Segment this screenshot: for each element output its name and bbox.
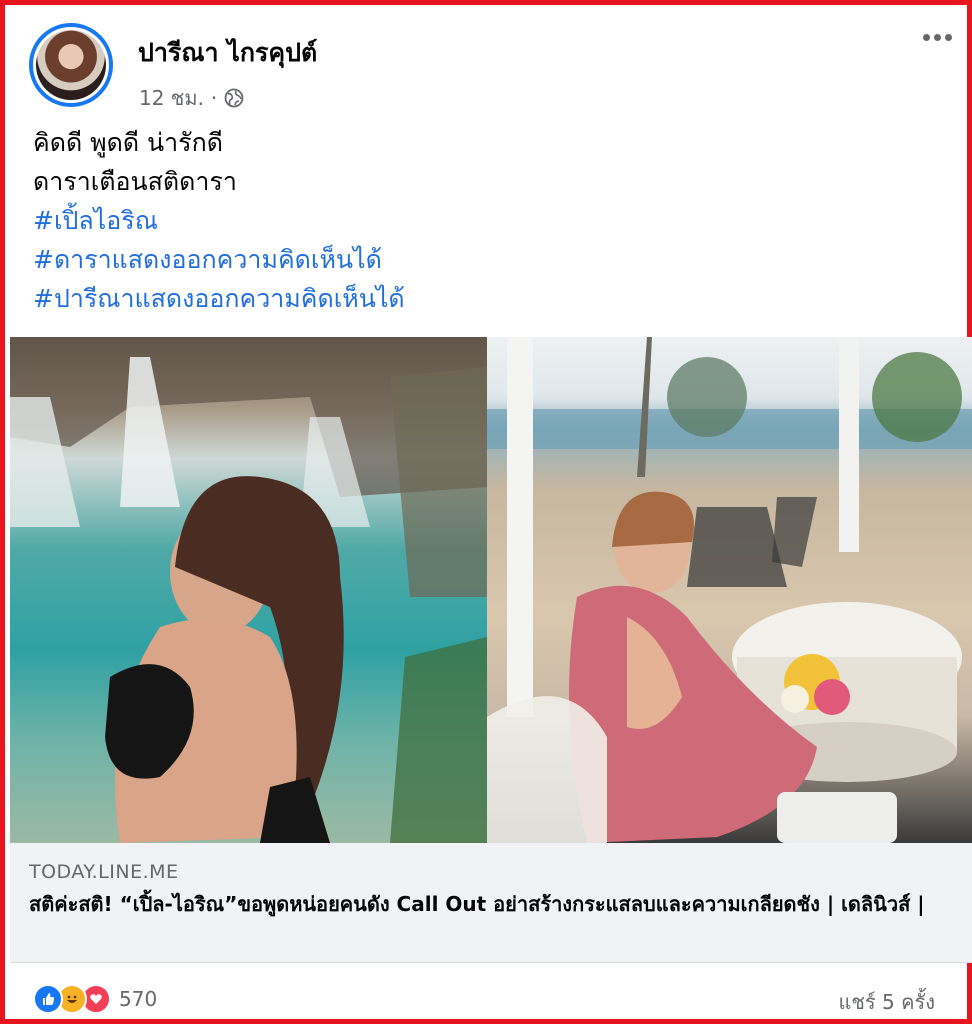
post-text: คิดดี พูดดี น่ารักดี ดาราเตือนสติดารา #เ… [33,123,405,318]
share-count[interactable]: แชร์ 5 ครั้ง [838,986,935,1018]
post-text-line: ดาราเตือนสติดารา [33,167,237,196]
post-time[interactable]: 12 ชม. [139,82,204,114]
more-options-icon[interactable] [923,34,952,41]
hashtag-link[interactable]: #ปารีณาแสดงออกความคิดเห็นได้ [33,279,405,318]
post-text-line: คิดดี พูดดี น่ารักดี [33,128,223,157]
post-photo-beach[interactable] [487,337,972,843]
post-meta: 12 ชม. · [139,82,244,114]
post-photo-waterfall[interactable] [10,337,487,843]
meta-separator: · [210,86,218,110]
reactions-summary[interactable]: 570 [33,984,157,1014]
reaction-count[interactable]: 570 [119,987,157,1011]
post-card: ปารีณา ไกรคุปต์ 12 ชม. · คิดดี พูดดี น่า… [0,0,972,1024]
link-domain: TODAY.LINE.ME [29,861,179,883]
like-icon [33,984,63,1014]
hashtag-link[interactable]: #เปิ้ลไอริณ [33,201,405,240]
link-preview[interactable]: TODAY.LINE.ME สติค่ะสติ! “เปิ้ล-ไอริณ”ขอ… [10,843,972,963]
globe-icon[interactable] [224,88,244,108]
hashtag-link[interactable]: #ดาราแสดงออกความคิดเห็นได้ [33,240,405,279]
avatar-image [36,30,106,100]
author-name[interactable]: ปารีณา ไกรคุปต์ [138,33,317,73]
author-avatar[interactable] [29,23,113,107]
link-title[interactable]: สติค่ะสติ! “เปิ้ล-ไอริณ”ขอพูดหน่อยคนดัง … [29,889,954,920]
